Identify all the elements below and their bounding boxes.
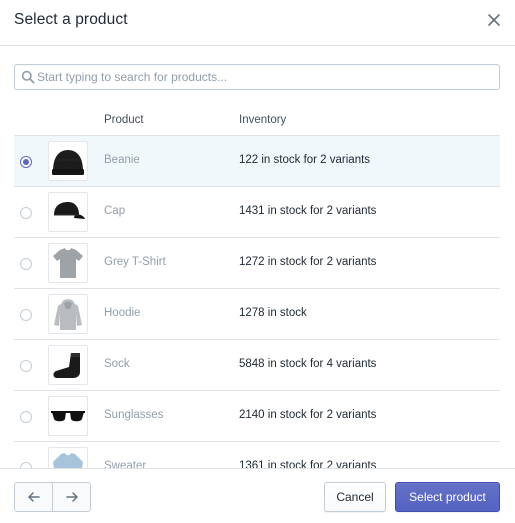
- product-name: Hoodie: [104, 307, 141, 319]
- select-product-modal: Select a product Product Inventory: [0, 0, 515, 523]
- search-icon: [21, 70, 35, 84]
- search-field[interactable]: [14, 64, 500, 90]
- previous-page-button[interactable]: [15, 483, 53, 511]
- sunglasses-image: [48, 396, 88, 436]
- product-row[interactable]: Grey T-Shirt 1272 in stock for 2 variant…: [14, 238, 500, 289]
- product-name: Cap: [104, 205, 126, 217]
- product-inventory: 1361 in stock for 2 variants: [239, 460, 377, 468]
- product-inventory: 2140 in stock for 2 variants: [239, 409, 377, 421]
- product-name: Beanie: [104, 154, 140, 166]
- modal-title: Select a product: [14, 11, 128, 28]
- sock-image: [48, 345, 88, 385]
- cap-image: [48, 192, 88, 232]
- arrow-left-icon: [28, 492, 40, 502]
- column-header-product: Product: [104, 114, 144, 126]
- product-row[interactable]: Hoodie 1278 in stock: [14, 289, 500, 340]
- product-row[interactable]: Sweater 1361 in stock for 2 variants: [14, 442, 500, 468]
- product-row[interactable]: Sock 5848 in stock for 4 variants: [14, 340, 500, 391]
- modal-footer: Cancel Select product: [0, 468, 515, 523]
- close-icon[interactable]: [484, 10, 504, 30]
- product-list: Beanie 122 in stock for 2 variants Cap 1…: [14, 135, 500, 468]
- product-radio[interactable]: [20, 411, 32, 423]
- beanie-image: [48, 141, 88, 181]
- product-inventory: 5848 in stock for 4 variants: [239, 358, 377, 370]
- product-name: Sweater: [104, 460, 147, 468]
- product-row[interactable]: Sunglasses 2140 in stock for 2 variants: [14, 391, 500, 442]
- product-name: Sock: [104, 358, 130, 370]
- pagination: [14, 482, 91, 512]
- hoodie-image: [48, 294, 88, 334]
- product-radio-selected[interactable]: [20, 156, 32, 168]
- sweater-image: [48, 447, 88, 468]
- product-name: Grey T-Shirt: [104, 256, 166, 268]
- grey-tshirt-image: [48, 243, 88, 283]
- product-inventory: 1272 in stock for 2 variants: [239, 256, 377, 268]
- product-row[interactable]: Beanie 122 in stock for 2 variants: [14, 136, 500, 187]
- product-row[interactable]: Cap 1431 in stock for 2 variants: [14, 187, 500, 238]
- product-radio[interactable]: [20, 207, 32, 219]
- arrow-right-icon: [66, 492, 78, 502]
- product-name: Sunglasses: [104, 409, 164, 421]
- search-input[interactable]: [37, 65, 493, 89]
- product-radio[interactable]: [20, 258, 32, 270]
- select-product-button[interactable]: Select product: [395, 482, 500, 512]
- column-header-inventory: Inventory: [239, 114, 287, 126]
- product-radio[interactable]: [20, 309, 32, 321]
- cancel-button[interactable]: Cancel: [324, 482, 386, 512]
- product-radio[interactable]: [20, 360, 32, 372]
- modal-header: Select a product: [0, 0, 515, 46]
- product-inventory: 122 in stock for 2 variants: [239, 154, 371, 166]
- product-inventory: 1431 in stock for 2 variants: [239, 205, 377, 217]
- next-page-button[interactable]: [53, 483, 91, 511]
- product-inventory: 1278 in stock: [239, 307, 307, 319]
